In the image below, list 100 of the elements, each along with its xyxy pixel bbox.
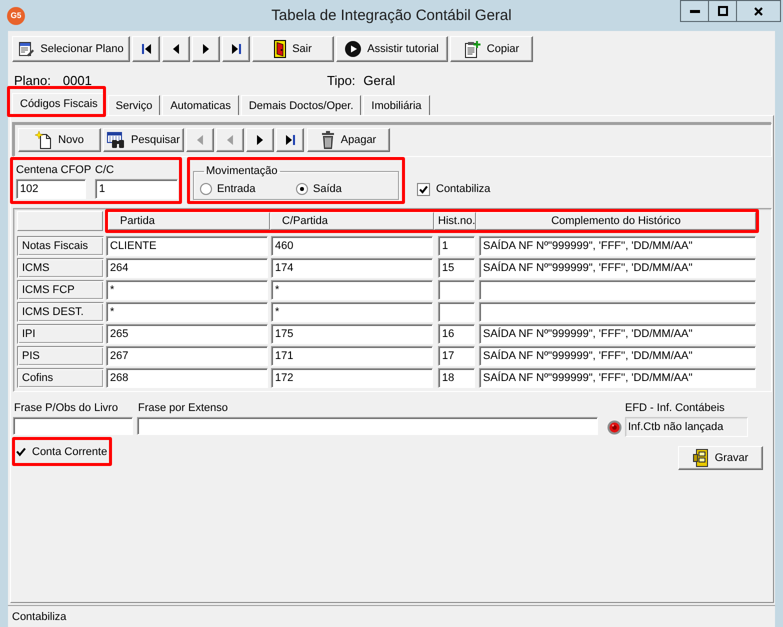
type-value: Geral — [363, 72, 396, 88]
debit-account-field[interactable]: * — [106, 302, 268, 322]
cabinet-icon — [692, 449, 709, 467]
select-plan-button[interactable]: Selecionar Plano — [12, 36, 130, 62]
binoculars-icon — [107, 132, 126, 148]
history-complement-field[interactable]: SAÍDA NF Nº"999999", 'FFF'', 'DD/MM/AA'' — [479, 258, 756, 278]
minimize-button[interactable] — [680, 0, 709, 22]
credit-account-field[interactable]: 175 — [271, 324, 433, 344]
status-field: Inf.Ctb não lançada — [625, 417, 748, 437]
debit-account-field[interactable]: 264 — [106, 258, 268, 278]
tab[interactable]: Automaticas — [162, 95, 239, 115]
first-record-button[interactable] — [132, 36, 160, 62]
credit-account-field[interactable]: * — [271, 280, 433, 300]
close-button[interactable] — [736, 0, 781, 22]
delete-button[interactable]: Apagar — [307, 128, 390, 152]
tutorial-button[interactable]: Assistir tutorial — [336, 36, 448, 62]
right-triangle-icon — [257, 135, 263, 145]
status-light-icon — [607, 420, 622, 434]
history-number-field[interactable]: 15 — [438, 258, 475, 278]
previous-record-button[interactable] — [162, 36, 190, 62]
radio-option[interactable]: Saída — [296, 182, 392, 194]
credit-account-field[interactable]: * — [271, 302, 433, 322]
input-field[interactable] — [137, 417, 598, 435]
row-label: Cofins — [17, 368, 104, 388]
debit-account-field[interactable]: 265 — [106, 324, 268, 344]
maximize-button[interactable] — [708, 0, 737, 22]
exit-button[interactable]: Sair — [252, 36, 334, 62]
history-number-field[interactable] — [438, 302, 475, 322]
new-document-icon — [35, 131, 52, 149]
column-header: C/Partida — [270, 212, 434, 230]
history-number-field[interactable] — [438, 280, 475, 300]
left-triangle-icon — [197, 135, 203, 145]
history-complement-field[interactable] — [479, 302, 756, 322]
left-triangle-icon — [227, 135, 233, 145]
door-icon — [274, 40, 286, 58]
history-number-field[interactable]: 1 — [438, 236, 475, 256]
search-button[interactable]: Pesquisar — [103, 128, 184, 152]
debit-account-field[interactable]: 267 — [106, 346, 268, 366]
debit-account-field[interactable]: 268 — [106, 368, 268, 388]
right-triangle-icon — [203, 44, 209, 54]
history-complement-field[interactable]: SAÍDA NF Nº"999999", 'FFF'', 'DD/MM/AA'' — [479, 324, 756, 344]
field-label: Frase P/Obs do Livro — [13, 401, 119, 415]
tab[interactable]: Serviço — [108, 95, 160, 115]
field-label: Centena CFOP — [16, 163, 92, 177]
clipboard-icon — [464, 40, 481, 58]
tab[interactable]: Imobiliária — [363, 95, 430, 115]
credit-account-field[interactable]: 172 — [271, 368, 433, 388]
next-record-button[interactable] — [246, 128, 274, 152]
window-title: Tabela de Integração Contábil Geral — [271, 6, 512, 26]
debit-account-field[interactable]: * — [106, 280, 268, 300]
row-label: ICMS DEST. — [17, 302, 104, 322]
field-label: C/C — [95, 163, 115, 177]
group-title: Movimentação — [205, 165, 279, 178]
history-complement-field[interactable]: SAÍDA NF Nº"999999", 'FFF'', 'DD/MM/AA'' — [479, 236, 756, 256]
app-logo: G5 — [7, 7, 25, 25]
skip-forward-icon — [232, 44, 240, 54]
conta-corrente-checkbox[interactable]: Conta Corrente — [16, 446, 108, 458]
left-triangle-icon — [173, 44, 179, 54]
column-header: Partida — [108, 212, 270, 230]
input-field[interactable]: 102 — [16, 179, 86, 199]
new-button[interactable]: Novo — [18, 128, 101, 152]
credit-account-field[interactable]: 460 — [271, 236, 433, 256]
minimize-icon — [690, 10, 700, 12]
save-button[interactable]: Gravar — [678, 446, 763, 470]
history-complement-field[interactable]: SAÍDA NF Nº"999999", 'FFF'', 'DD/MM/AA'' — [479, 346, 756, 366]
status-text: Contabiliza — [12, 610, 66, 622]
input-field[interactable]: 1 — [95, 179, 178, 199]
history-number-field[interactable]: 16 — [438, 324, 475, 344]
history-complement-field[interactable] — [479, 280, 756, 300]
next-record-button[interactable] — [192, 36, 220, 62]
last-record-button[interactable] — [222, 36, 250, 62]
credit-account-field[interactable]: 171 — [271, 346, 433, 366]
radio-option[interactable]: Entrada — [200, 182, 296, 194]
history-number-field[interactable]: 18 — [438, 368, 475, 388]
history-complement-field[interactable]: SAÍDA NF Nº"999999", 'FFF'', 'DD/MM/AA'' — [479, 368, 756, 388]
row-label: PIS — [17, 346, 104, 366]
row-label: IPI — [17, 324, 104, 344]
row-label: ICMS FCP — [17, 280, 104, 300]
history-number-field[interactable]: 17 — [438, 346, 475, 366]
play-icon — [345, 41, 362, 57]
close-icon — [754, 6, 763, 16]
form-icon — [18, 41, 34, 57]
field-label: Frase por Extenso — [137, 401, 229, 415]
last-record-button[interactable] — [276, 128, 304, 152]
tab[interactable]: Demais Doctos/Oper. — [240, 95, 362, 115]
column-header: Hist.no. — [434, 212, 476, 230]
debit-account-field[interactable]: CLIENTE — [106, 236, 268, 256]
maximize-icon — [718, 6, 728, 16]
plan-label: Plano: — [14, 72, 51, 88]
plan-value: 0001 — [62, 72, 92, 88]
credit-account-field[interactable]: 174 — [271, 258, 433, 278]
field-label: EFD - Inf. Contábeis — [625, 401, 726, 415]
input-field[interactable] — [13, 417, 133, 435]
row-label: Notas Fiscais — [17, 236, 104, 256]
contabiliza-checkbox[interactable]: Contabiliza — [417, 182, 490, 196]
row-label: ICMS — [17, 258, 104, 278]
copy-button[interactable]: Copiar — [450, 36, 533, 62]
skip-forward-icon — [286, 135, 294, 145]
skip-back-icon — [142, 44, 150, 54]
type-label: Tipo: — [327, 72, 356, 88]
